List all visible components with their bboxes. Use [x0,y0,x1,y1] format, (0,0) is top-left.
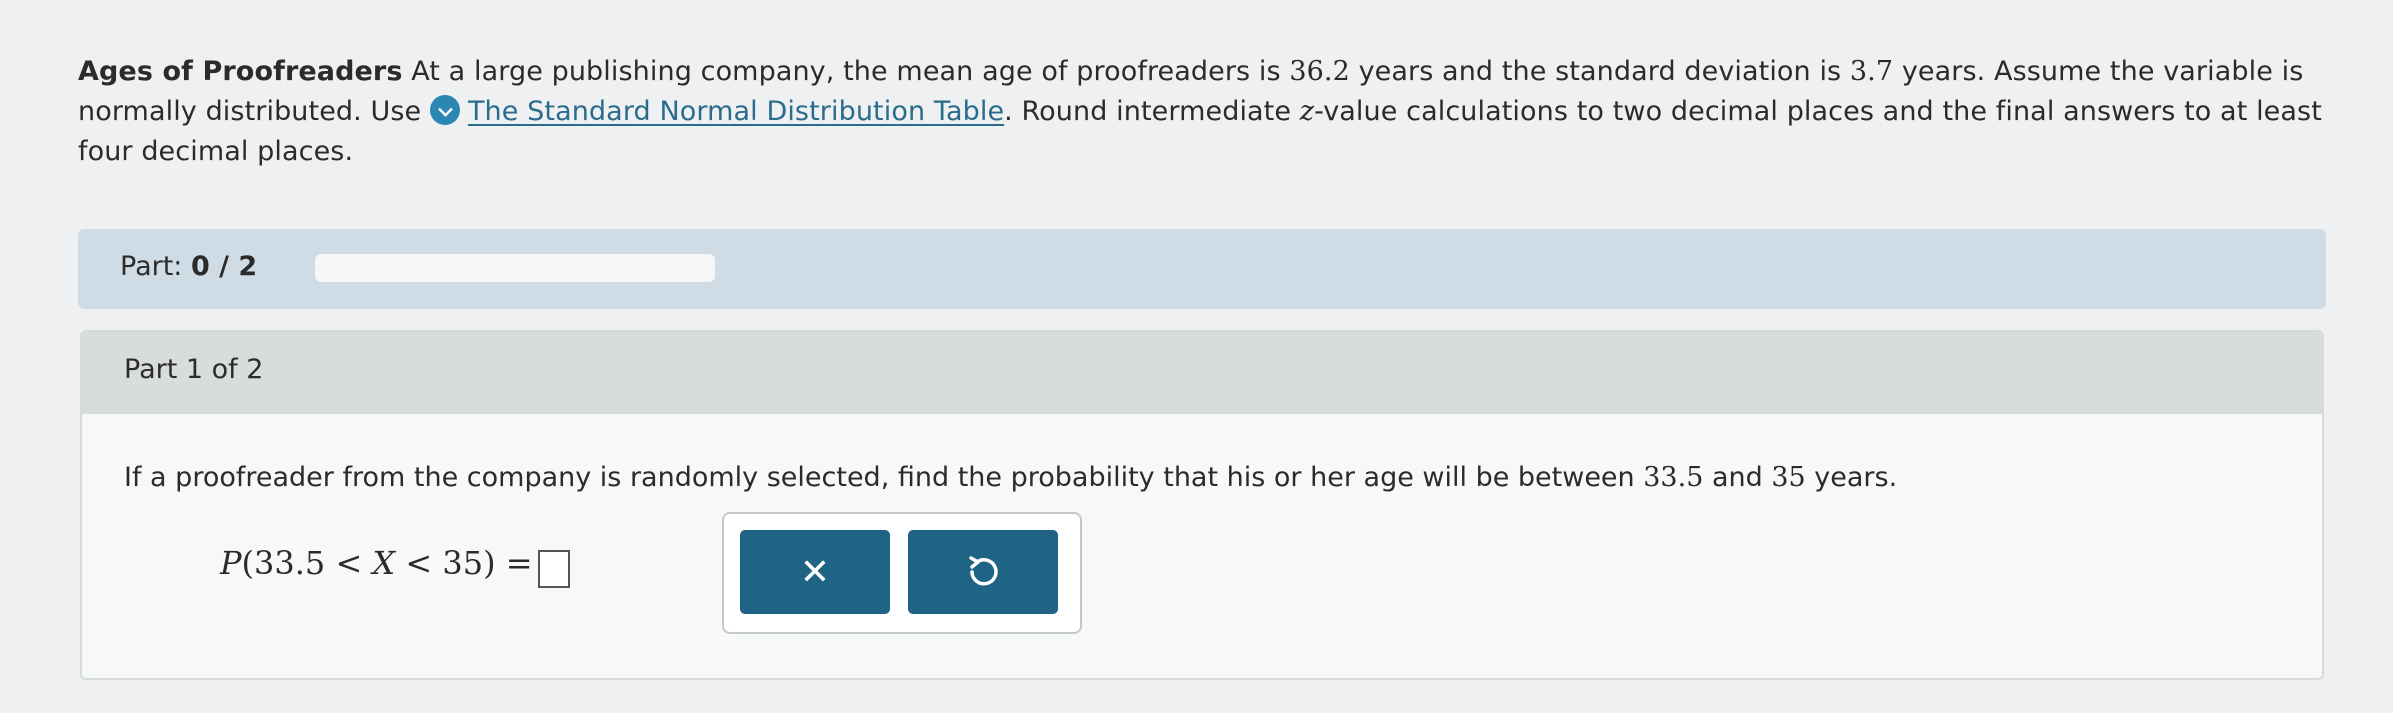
part-title: Part 1 of 2 [124,354,264,385]
close-icon: ✕ [799,551,831,593]
probability-expression: P(33.5 < X < 35) = [220,544,533,582]
problem-text-2: years and the standard deviation is [1349,56,1850,87]
problem-statement: Ages of Proofreaders At a large publishi… [78,52,2348,172]
part-progress-bar: Part: 0 / 2 [78,229,2326,309]
mean-value: 36.2 [1289,56,1350,87]
undo-button[interactable] [908,530,1058,614]
low-value: 33.5 [1643,462,1704,493]
z-variable: z [1299,96,1315,127]
question-text: If a proofreader from the company is ran… [124,462,1898,493]
part-progress-label: Part: 0 / 2 [120,251,258,282]
table-link-icon[interactable] [429,95,460,125]
part-card: Part 1 of 2 If a proofreader from the co… [80,330,2324,680]
problem-text-1: At a large publishing company, the mean … [402,56,1290,87]
problem-title: Ages of Proofreaders [78,56,403,87]
sd-value: 3.7 [1849,56,1894,87]
part-card-header: Part 1 of 2 [82,332,2322,414]
answer-button-panel: ✕ [722,512,1082,634]
progress-track [315,254,715,282]
high-value: 35 [1771,462,1806,493]
undo-icon [969,556,998,586]
clear-button[interactable]: ✕ [740,530,890,614]
problem-text-4: . Round intermediate [1004,96,1300,127]
answer-input[interactable] [538,550,570,588]
part-progress-count: 0 / 2 [190,251,258,282]
standard-normal-table-link[interactable]: The Standard Normal Distribution Table [468,96,1004,127]
